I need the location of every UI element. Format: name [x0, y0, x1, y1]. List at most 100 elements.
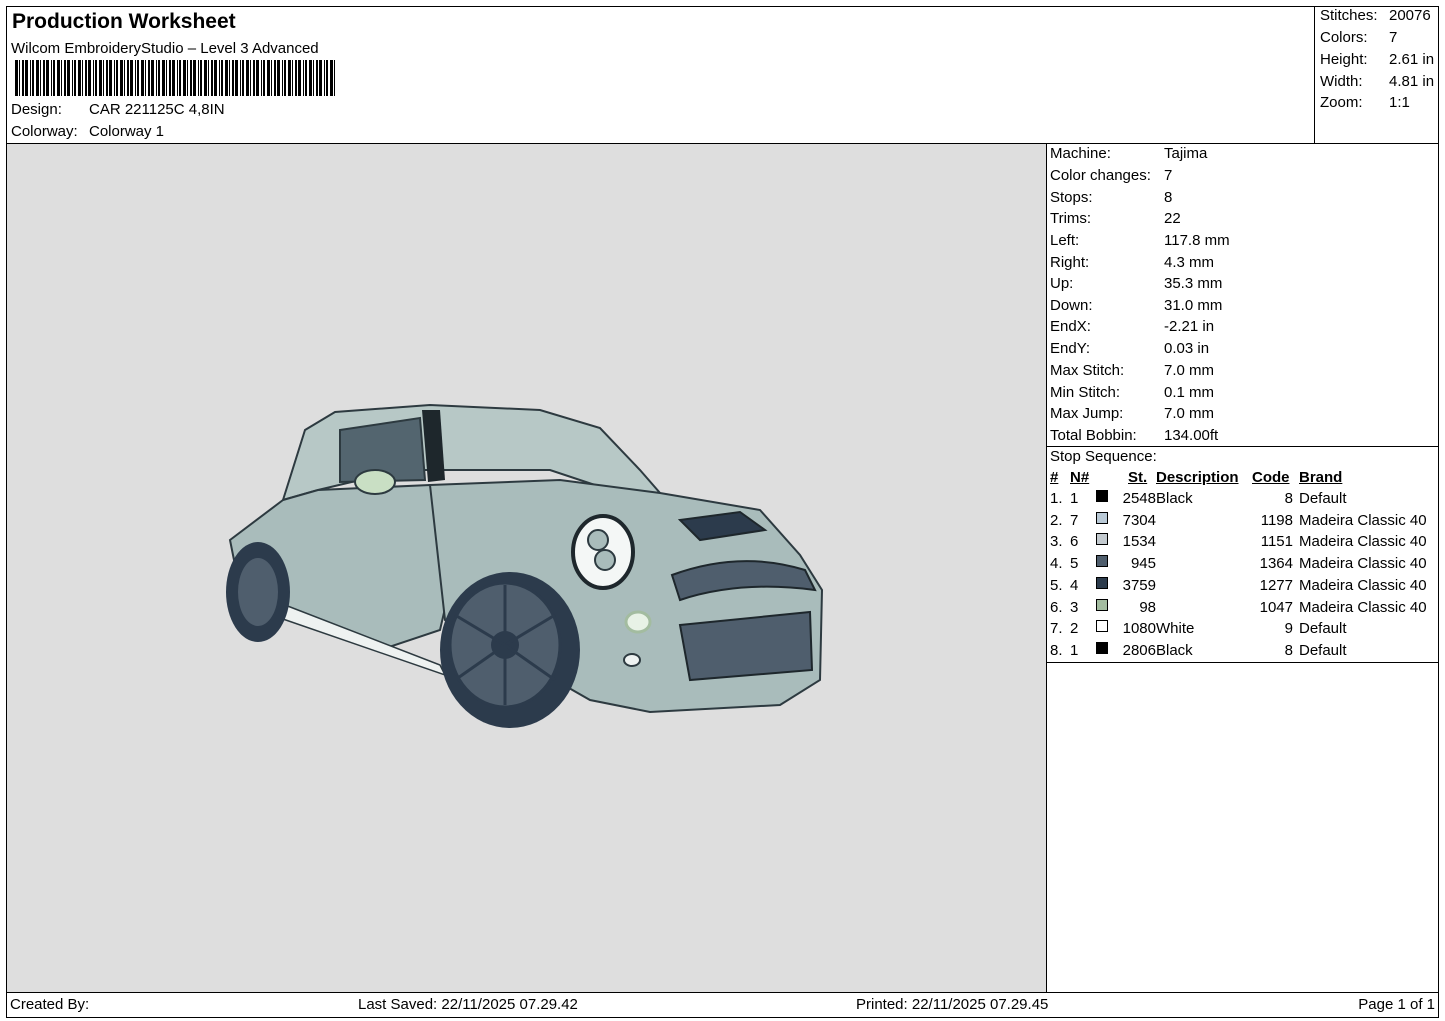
- stat-label: Stitches:: [1320, 7, 1378, 24]
- info-row: Machine: Tajima: [1050, 145, 1207, 162]
- barcode-bar: [40, 60, 41, 96]
- worksheet-header: Production Worksheet Wilcom EmbroiderySt…: [6, 6, 1439, 144]
- stop-index: 6.: [1050, 598, 1063, 616]
- info-row: Stops: 8: [1050, 189, 1172, 206]
- info-label: Left:: [1050, 232, 1080, 249]
- thread-brand: Default: [1299, 641, 1347, 659]
- info-value: 7.0 mm: [1164, 362, 1215, 379]
- stitch-count: 2548: [1122, 490, 1156, 507]
- barcode-bar: [225, 60, 228, 96]
- design-preview: [7, 144, 1047, 992]
- needle-number: 1: [1070, 641, 1079, 659]
- thread-brand: Default: [1299, 490, 1347, 507]
- barcode-bar: [148, 60, 150, 96]
- barcode-bar: [85, 60, 87, 96]
- barcode: [15, 60, 335, 96]
- design-label: Design:: [11, 101, 62, 118]
- barcode-bar: [277, 60, 280, 96]
- thread-code: 1364: [1259, 555, 1293, 573]
- colorway-row: Colorway: Colorway 1: [11, 123, 164, 140]
- thread-brand: Default: [1299, 620, 1347, 638]
- barcode-bar: [256, 60, 259, 96]
- stop-row: 4. 5 945 1364 Madeira Classic 40: [1046, 555, 1439, 577]
- info-row: Min Stitch: 0.1 mm: [1050, 384, 1214, 401]
- info-row: EndX: -2.21 in: [1050, 318, 1214, 335]
- barcode-bar: [193, 60, 196, 96]
- barcode-bar: [305, 60, 307, 96]
- stat-value: 7: [1389, 29, 1398, 46]
- barcode-bar: [169, 60, 171, 96]
- barcode-bar: [22, 60, 24, 96]
- barcode-bar: [261, 60, 262, 96]
- barcode-bar: [162, 60, 165, 96]
- thread-code: 1151: [1260, 533, 1293, 551]
- barcode-bar: [137, 60, 139, 96]
- stop-row: 5. 4 3759 1277 Madeira Classic 40: [1046, 576, 1439, 599]
- stop-row: 1. 1 2548 Black 8 Default: [1046, 490, 1439, 512]
- color-swatch: [1096, 533, 1108, 546]
- info-value: 35.3 mm: [1164, 275, 1223, 292]
- stop-row: 6. 3 98 1047 Madeira Classic 40: [1046, 598, 1439, 621]
- info-label: Up:: [1050, 275, 1074, 292]
- barcode-bar: [151, 60, 154, 96]
- barcode-bar: [229, 60, 230, 96]
- stop-row: 3. 6 1534 1151 Madeira Classic 40: [1046, 533, 1439, 555]
- thread-brand: Madeira Classic 40: [1299, 511, 1427, 529]
- barcode-bar: [95, 60, 97, 96]
- col-header-index: #: [1050, 469, 1059, 486]
- thread-description: Black: [1156, 641, 1193, 659]
- barcode-bar: [330, 60, 333, 96]
- barcode-bar: [120, 60, 123, 96]
- barcode-bar: [124, 60, 125, 96]
- design-value: CAR 221125C 4,8IN: [89, 101, 225, 118]
- info-row: EndY: 0.03 in: [1050, 340, 1209, 357]
- created-by: Created By:: [10, 996, 90, 1013]
- info-value: 4.3 mm: [1164, 254, 1215, 271]
- stat-row: Zoom: 1:1: [1320, 94, 1410, 111]
- barcode-bar: [319, 60, 322, 96]
- barcode-bar: [326, 60, 328, 96]
- barcode-bar: [309, 60, 312, 96]
- barcode-bar: [242, 60, 244, 96]
- barcode-bar: [53, 60, 55, 96]
- barcode-bar: [334, 60, 335, 96]
- thread-brand: Madeira Classic 40: [1299, 555, 1427, 573]
- color-swatch: [1096, 576, 1108, 589]
- barcode-bar: [274, 60, 276, 96]
- needle-number: 7: [1070, 511, 1079, 529]
- barcode-bar: [114, 60, 115, 96]
- barcode-bar: [240, 60, 241, 96]
- info-row: Max Jump: 7.0 mm: [1050, 405, 1214, 422]
- info-label: Stops:: [1050, 189, 1093, 206]
- color-swatch: [1096, 511, 1108, 524]
- barcode-bar: [109, 60, 112, 96]
- col-header-stitches: St.: [1128, 469, 1148, 486]
- stop-index: 7.: [1050, 620, 1063, 638]
- printed-date: Printed: 22/11/2025 07.29.45: [856, 996, 1049, 1013]
- stat-value: 1:1: [1389, 94, 1410, 111]
- stat-row: Height: 2.61 in: [1320, 51, 1434, 68]
- barcode-bar: [198, 60, 199, 96]
- info-value: 7: [1164, 167, 1173, 184]
- stitch-count: 1080: [1122, 620, 1156, 638]
- info-value: -2.21 in: [1164, 318, 1215, 335]
- barcode-bar: [221, 60, 223, 96]
- page-title: Production Worksheet: [12, 10, 236, 33]
- barcode-bar: [78, 60, 81, 96]
- barcode-bar: [172, 60, 175, 96]
- info-label: Color changes:: [1050, 167, 1151, 184]
- barcode-bar: [156, 60, 157, 96]
- divider: [1046, 446, 1439, 447]
- info-row: Max Stitch: 7.0 mm: [1050, 362, 1214, 379]
- barcode-bar: [19, 60, 20, 96]
- info-value: 8: [1164, 189, 1173, 206]
- barcode-bar: [103, 60, 104, 96]
- needle-number: 1: [1070, 490, 1079, 507]
- barcode-bar: [211, 60, 213, 96]
- barcode-bar: [135, 60, 136, 96]
- worksheet-footer: Created By: Last Saved: 22/11/2025 07.29…: [6, 992, 1439, 1018]
- info-row: Left: 117.8 mm: [1050, 232, 1230, 249]
- stat-label: Zoom:: [1320, 94, 1363, 111]
- barcode-bar: [25, 60, 28, 96]
- barcode-bar: [127, 60, 129, 96]
